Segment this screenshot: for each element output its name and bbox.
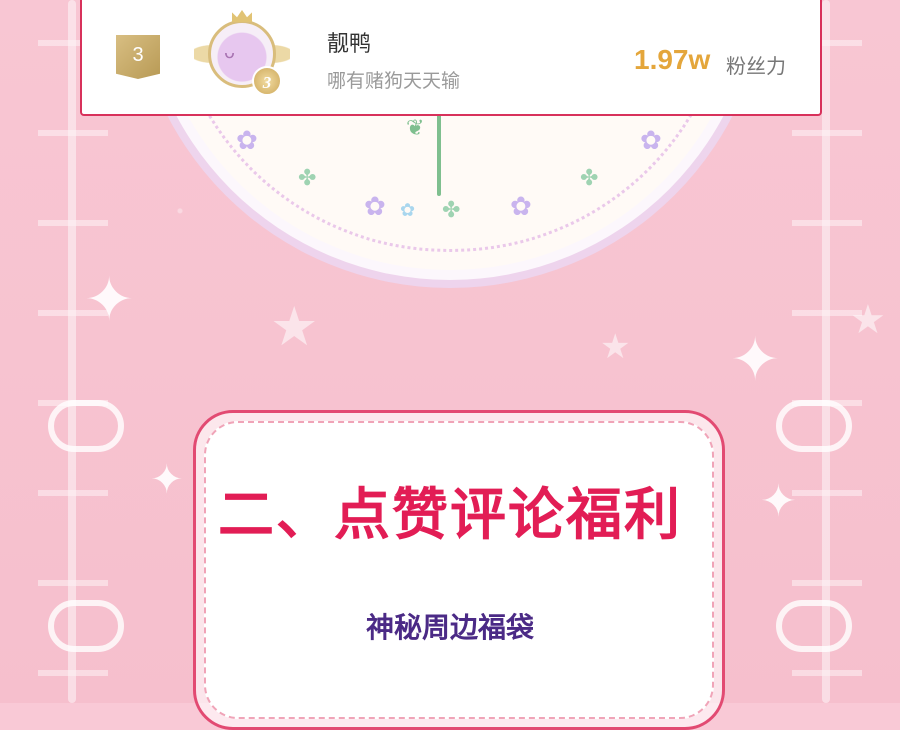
flower-icon: ✿ xyxy=(364,192,386,222)
leaf-icon: ✤ xyxy=(298,166,317,191)
user-signature: 哪有赌狗天天输 xyxy=(327,70,461,92)
star-icon: ★ xyxy=(270,295,319,358)
leaf-icon: ✤ xyxy=(442,198,461,223)
section-subtitle: 神秘周边福袋 xyxy=(365,611,534,644)
flower-icon: ✿ xyxy=(510,192,532,222)
bunny-icon: ᴗ xyxy=(224,42,236,63)
fans-power-label: 粉丝力 xyxy=(726,54,786,78)
fans-power-value: 1.97w xyxy=(634,44,711,75)
star-icon: ★ xyxy=(850,297,886,343)
crown-icon xyxy=(232,10,252,22)
rank-badge: 3 xyxy=(116,35,160,79)
sparkle-icon: ✦ xyxy=(730,325,781,395)
bow-decoration xyxy=(48,400,124,452)
benefit-section-inner xyxy=(204,421,714,719)
flower-icon: ✿ xyxy=(400,200,416,221)
flower-icon: ✿ xyxy=(236,126,258,156)
avatar[interactable]: ᴗ 3 xyxy=(194,10,290,106)
leaf-icon: ❦ xyxy=(406,116,425,141)
star-icon: ★ xyxy=(600,327,631,367)
user-name: 靓鸭 xyxy=(327,32,372,57)
bow-decoration xyxy=(776,400,852,452)
flower-icon: ✿ xyxy=(640,126,662,156)
flower-stem-decoration xyxy=(437,110,441,196)
benefit-section-box xyxy=(193,410,725,730)
avatar-rank-badge: 3 xyxy=(252,66,282,96)
section-title: 二、点赞评论福利 xyxy=(218,483,682,548)
fan-rank-card[interactable]: 3 ᴗ 3 靓鸭 哪有赌狗天天输 1.97w 粉丝力 xyxy=(80,0,822,116)
sparkle-icon: ✦ xyxy=(84,265,135,335)
leaf-icon: ✤ xyxy=(580,166,599,191)
